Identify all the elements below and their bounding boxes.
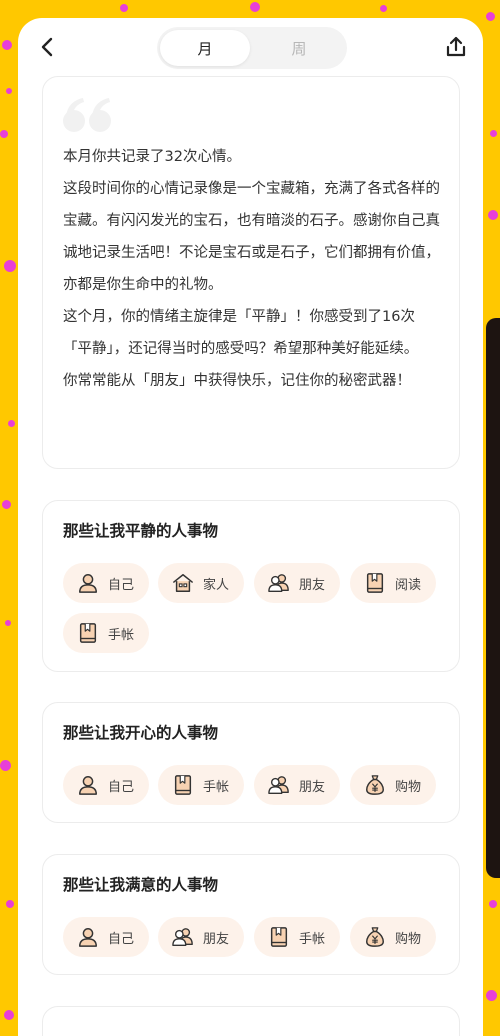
chevron-left-icon [41,37,53,57]
decor-dot [8,420,15,427]
back-button[interactable] [36,35,60,59]
section-title: 那些让我开心的人事物 [63,724,219,742]
chip-journal[interactable]: 手帐 [63,613,149,653]
home-icon [173,574,193,592]
background-photo-edge [486,318,500,878]
share-button[interactable] [444,35,468,59]
quote-icon [63,98,111,132]
decor-dot [5,620,11,626]
chip-journal[interactable]: 手帐 [254,917,340,957]
chip-label: 自己 [108,779,135,795]
person-icon [79,928,97,947]
money-bag-icon [366,927,384,947]
app-screen: 月 周 本月你共记录了32次心情。 这段时间你的心情记录像是一个宝藏箱，充满了各… [18,18,483,1036]
summary-card: 本月你共记录了32次心情。 这段时间你的心情记录像是一个宝藏箱，充满了各式各样的… [42,76,460,469]
chip-label: 自己 [108,577,135,593]
decor-dot [488,210,498,220]
decor-dot [0,130,8,138]
chip-friends[interactable]: 朋友 [158,917,244,957]
decor-dot [120,4,128,12]
top-bar: 月 周 [18,18,483,76]
happy-things-card: 那些让我开心的人事物 自己 手帐 朋友 购物 [42,702,460,823]
person-icon [79,574,97,593]
decor-dot [4,260,16,272]
tab-week[interactable]: 周 [254,30,344,66]
calm-things-card: 那些让我平静的人事物 自己 家人 朋友 阅读 手帐 [42,500,460,672]
book-icon [366,573,384,593]
money-bag-icon [366,775,384,795]
chip-label: 购物 [395,931,422,947]
tab-month[interactable]: 月 [160,30,250,66]
section-title: 那些让我平静的人事物 [63,522,219,540]
decor-dot [486,990,497,1001]
book-icon [79,623,97,643]
decor-dot [490,130,497,137]
chip-self[interactable]: 自己 [63,765,149,805]
chip-label: 朋友 [299,779,326,795]
period-switch: 月 周 [157,27,347,69]
chip-journal[interactable]: 手帐 [158,765,244,805]
chip-shopping[interactable]: 购物 [350,917,436,957]
friends-icon [268,776,289,794]
summary-text: 本月你共记录了32次心情。 这段时间你的心情记录像是一个宝藏箱，充满了各式各样的… [63,141,443,397]
chip-label: 手帐 [299,931,326,947]
chip-label: 自己 [108,931,135,947]
summary-paragraph: 这段时间你的心情记录像是一个宝藏箱，充满了各式各样的宝藏。有闪闪发光的宝石，也有… [63,181,440,293]
chip-label: 朋友 [203,931,230,947]
decor-dot [6,88,12,94]
decor-dot [489,900,497,908]
decor-dot [486,12,495,21]
decor-dot [250,2,260,12]
chip-label: 阅读 [395,577,422,593]
book-icon [270,927,288,947]
friends-icon [268,574,289,592]
chip-label: 家人 [203,577,230,593]
chip-label: 购物 [395,779,422,795]
chip-friends[interactable]: 朋友 [254,563,340,603]
chip-reading[interactable]: 阅读 [350,563,436,603]
chip-self[interactable]: 自己 [63,563,149,603]
chip-label: 手帐 [108,627,135,643]
decor-dot [6,900,14,908]
summary-paragraph: 你常常能从「朋友」中获得快乐，记住你的秘密武器！ [63,373,411,389]
chip-family[interactable]: 家人 [158,563,244,603]
friends-icon [172,928,193,946]
decor-dot [2,500,11,509]
book-icon [174,775,192,795]
share-icon [446,36,466,57]
chip-self[interactable]: 自己 [63,917,149,957]
decor-dot [2,40,12,50]
decor-dot [0,760,11,771]
chip-shopping[interactable]: 购物 [350,765,436,805]
chip-label: 朋友 [299,577,326,593]
summary-paragraph: 这个月，你的情绪主旋律是「平静」！你感受到了16次「平静」，还记得当时的感受吗？… [63,309,419,357]
decor-dot [380,5,387,12]
person-icon [79,776,97,795]
section-title: 那些让我满意的人事物 [63,876,219,894]
decor-dot [4,1010,14,1020]
chip-label: 手帐 [203,779,230,795]
chip-friends[interactable]: 朋友 [254,765,340,805]
summary-paragraph: 本月你共记录了32次心情。 [63,149,241,165]
next-card-partial [42,1006,460,1036]
satisfied-things-card: 那些让我满意的人事物 自己 朋友 手帐 购物 [42,854,460,975]
